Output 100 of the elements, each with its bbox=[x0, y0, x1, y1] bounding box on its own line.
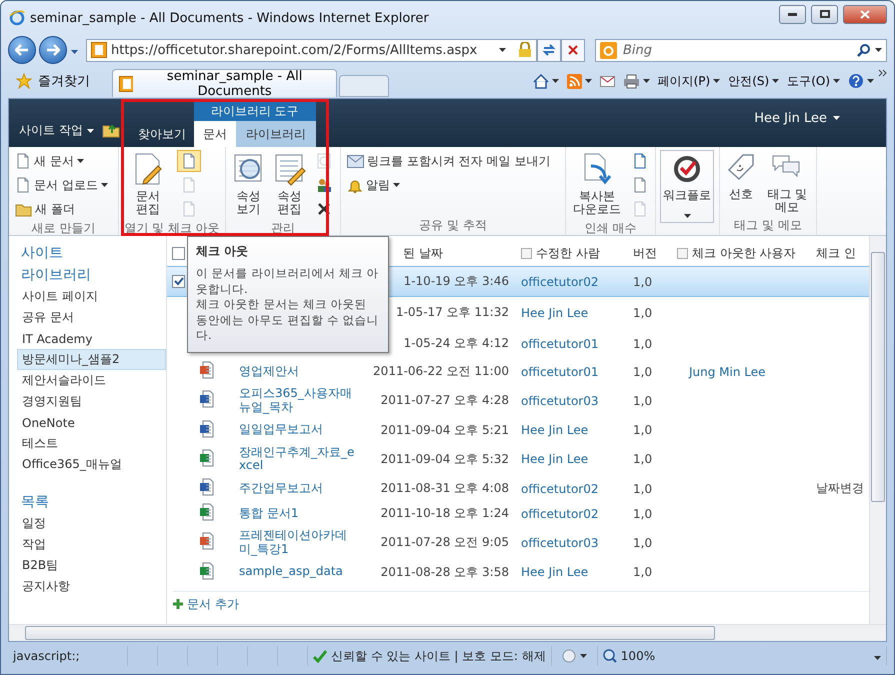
minimize-button[interactable] bbox=[779, 4, 806, 24]
nav-heading[interactable]: 사이트 bbox=[17, 242, 166, 264]
nav-item[interactable]: 테스트 bbox=[17, 433, 166, 454]
document-link[interactable]: 주간업무보고서 bbox=[235, 480, 359, 498]
user-link[interactable]: Jung Min Lee bbox=[675, 362, 770, 382]
download-copy-button[interactable]: 복사본 다운로드 bbox=[570, 150, 624, 218]
user-link[interactable]: Hee Jin Lee bbox=[517, 449, 629, 470]
tag-smiley-icon bbox=[726, 152, 756, 182]
nav-item[interactable]: OneNote bbox=[17, 412, 166, 433]
nav-item[interactable]: 공지사항 bbox=[17, 576, 166, 597]
plus-icon bbox=[173, 599, 183, 610]
row-checkbox[interactable] bbox=[172, 275, 185, 288]
ribbon-button[interactable]: 문서 업로드 bbox=[13, 174, 110, 196]
command-menu[interactable]: 도구(O) bbox=[783, 69, 844, 93]
document-icon bbox=[15, 153, 31, 169]
user-link[interactable]: officetutor02 bbox=[517, 504, 629, 524]
properties-button[interactable]: 속성 보기 bbox=[230, 150, 267, 218]
user-link[interactable]: officetutor01 bbox=[517, 334, 629, 354]
user-link[interactable]: Hee Jin Lee bbox=[517, 562, 629, 582]
history-caret-icon bbox=[71, 50, 78, 54]
word-file-icon bbox=[199, 420, 215, 438]
printer-icon bbox=[622, 74, 640, 88]
address-field[interactable]: https://officetutor.sharepoint.com/2/Forms/AllItems.aspx bbox=[86, 38, 537, 62]
nav-heading[interactable]: 라이브러리 bbox=[17, 264, 166, 286]
search-engine-icon bbox=[600, 42, 617, 58]
caret-icon bbox=[713, 79, 720, 83]
nav-item[interactable]: 사이트 페이지 bbox=[17, 286, 166, 307]
properties-button[interactable]: 속성 편집 bbox=[271, 150, 308, 218]
user-link[interactable]: officetutor02 bbox=[517, 478, 629, 499]
user-link[interactable]: Hee Jin Lee bbox=[517, 420, 629, 440]
search-icon[interactable] bbox=[857, 43, 871, 57]
document-link[interactable]: 오피스365_사용자매뉴얼_목차 bbox=[235, 385, 359, 417]
excel-file-icon bbox=[199, 562, 215, 580]
workflow-button[interactable]: 워크플로 bbox=[660, 150, 714, 224]
document-link[interactable]: 영업제안서 bbox=[235, 362, 359, 380]
close-button[interactable] bbox=[843, 4, 887, 24]
user-link[interactable]: officetutor03 bbox=[517, 532, 629, 553]
edit-document-button[interactable]: 문서 편집 bbox=[123, 150, 173, 218]
stop-button[interactable] bbox=[561, 38, 585, 62]
nav-item[interactable]: 일정 bbox=[17, 513, 166, 534]
nav-item[interactable]: 경영지원팀 bbox=[17, 391, 166, 412]
user-link[interactable]: officetutor01 bbox=[517, 362, 629, 382]
ribbon-button[interactable]: 새 폴더 bbox=[13, 198, 110, 220]
date-cell-text: 1-05-24 오후 4:12 bbox=[402, 335, 510, 352]
nav-heading[interactable]: 목록 bbox=[17, 491, 166, 513]
browser-tab[interactable]: seminar_sample - All Documents bbox=[112, 69, 337, 97]
command-menu[interactable]: 안전(S) bbox=[724, 69, 784, 93]
ribbon-button[interactable]: 링크를 포함시켜 전자 메일 보내기 bbox=[345, 150, 552, 172]
column-header[interactable]: 체크 인 bbox=[815, 240, 869, 266]
nav-item[interactable]: 방문세미나_샘플2 bbox=[17, 349, 166, 370]
nav-item[interactable]: Office365_매뉴얼 bbox=[17, 454, 166, 475]
document-link[interactable]: 프레젠테이션아카데미_특강1 bbox=[235, 527, 359, 559]
document-link[interactable]: sample_asp_data bbox=[235, 563, 359, 582]
tag-button[interactable]: 태그 및 메모 bbox=[762, 150, 812, 216]
zoom-button[interactable]: 100% bbox=[598, 646, 887, 666]
version-cell-text: 1,0 bbox=[632, 392, 654, 410]
document-link[interactable]: 장래인구추계_자료_excel bbox=[235, 444, 359, 476]
version-cell-text: 1,0 bbox=[632, 534, 654, 552]
column-header[interactable]: 버전 bbox=[629, 240, 675, 266]
version-cell-text: 1,0 bbox=[632, 422, 654, 440]
horizontal-scrollbar[interactable] bbox=[9, 624, 886, 641]
checkout-tool-button[interactable] bbox=[177, 150, 201, 172]
select-all-checkbox[interactable] bbox=[172, 246, 185, 260]
ribbon-button[interactable]: 알림 bbox=[345, 174, 552, 196]
site-actions-menu[interactable]: 사이트 작업 bbox=[15, 122, 98, 139]
column-header[interactable]: 체크 아웃한 사용자 bbox=[675, 240, 815, 266]
user-link[interactable]: officetutor03 bbox=[517, 390, 629, 411]
ribbon-tab[interactable]: 라이브러리 bbox=[236, 121, 316, 147]
nav-item[interactable]: 작업 bbox=[17, 534, 166, 555]
more-chevron-icon[interactable] bbox=[878, 69, 887, 77]
document-link[interactable]: 통합 문서1 bbox=[235, 504, 359, 523]
forward-button[interactable] bbox=[39, 36, 67, 64]
nav-item[interactable]: B2B팀 bbox=[17, 555, 166, 576]
search-input[interactable]: Bing bbox=[621, 42, 853, 58]
security-zone[interactable]: 신뢰할 수 있는 사이트 | 보호 모드: 해제 bbox=[308, 646, 552, 666]
column-header[interactable]: 수정한 사람 bbox=[517, 240, 629, 266]
user-menu[interactable]: Hee Jin Lee bbox=[748, 110, 846, 126]
maximize-button[interactable] bbox=[811, 4, 838, 24]
favorites-button[interactable]: 즐겨찾기 bbox=[8, 68, 98, 94]
list-pencil-icon bbox=[274, 152, 306, 186]
date-cell-text: 2011-10-18 오후 1:24 bbox=[380, 505, 510, 522]
command-menu[interactable]: 페이지(P) bbox=[654, 69, 724, 93]
ribbon-button[interactable]: 새 문서 bbox=[13, 150, 110, 172]
nav-item[interactable]: IT Academy bbox=[17, 328, 166, 349]
refresh-button[interactable] bbox=[537, 38, 561, 62]
search-field[interactable]: Bing bbox=[595, 38, 887, 62]
user-link[interactable]: officetutor02 bbox=[517, 272, 629, 292]
document-link[interactable]: 일일업무보고서 bbox=[235, 421, 359, 439]
nav-item[interactable]: 공유 문서 bbox=[17, 307, 166, 328]
ribbon-tab[interactable]: 문서 bbox=[194, 121, 236, 147]
back-button[interactable] bbox=[8, 36, 36, 64]
caret-icon bbox=[833, 116, 840, 120]
bell-icon bbox=[347, 178, 363, 192]
ribbon-tab[interactable]: 찾아보기 bbox=[130, 121, 194, 147]
add-document-link[interactable]: 문서 추가 bbox=[173, 590, 869, 613]
folder-up-icon[interactable] bbox=[102, 122, 120, 138]
vertical-scrollbar[interactable] bbox=[869, 236, 886, 624]
tag-button[interactable]: 선호 bbox=[724, 150, 758, 203]
user-link[interactable]: Hee Jin Lee bbox=[517, 302, 629, 322]
nav-item[interactable]: 제안서슬라이드 bbox=[17, 370, 166, 391]
